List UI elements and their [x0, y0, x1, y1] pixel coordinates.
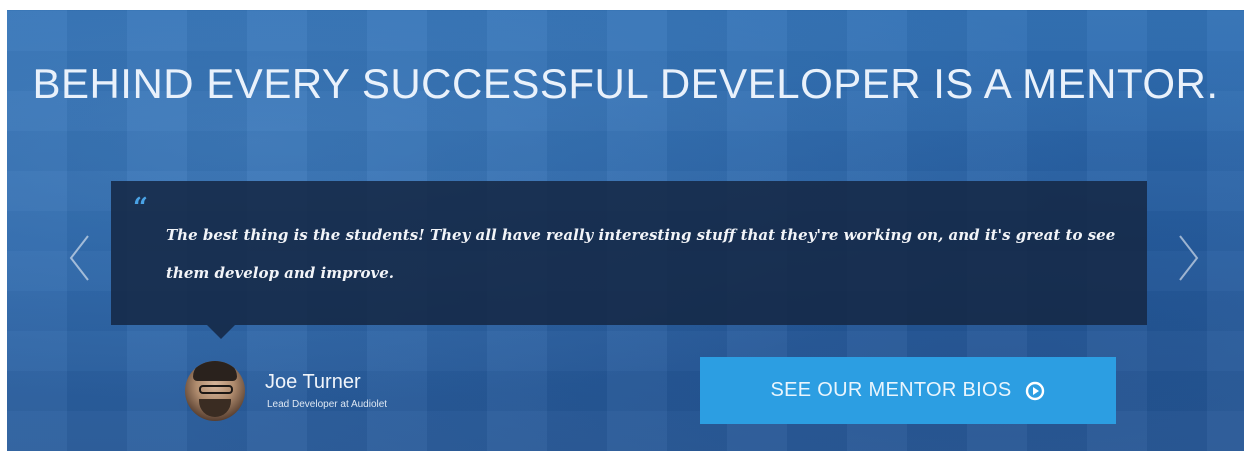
author-name: Joe Turner [265, 371, 361, 393]
cta-label: SEE OUR MENTOR BIOS [770, 379, 1012, 401]
page-title: BEHIND EVERY SUCCESSFUL DEVELOPER IS A M… [32, 60, 1219, 107]
author-title: Lead Developer at Audiolet [267, 399, 388, 410]
play-circle-icon [1026, 381, 1045, 400]
chevron-right-icon [1179, 235, 1199, 281]
testimonial-quote: “ The best thing is the students! They a… [111, 181, 1147, 339]
testimonial-author: Joe Turner Lead Developer at Audiolet [185, 355, 485, 425]
avatar [185, 361, 245, 421]
testimonial-text: The best thing is the students! They all… [166, 226, 1116, 282]
see-mentor-bios-button[interactable]: SEE OUR MENTOR BIOS [700, 357, 1116, 424]
carousel-prev-button[interactable] [59, 228, 99, 288]
quote-mark-icon: “ [133, 193, 148, 223]
carousel-next-button[interactable] [1169, 228, 1209, 288]
chevron-left-icon [69, 235, 89, 281]
mentor-hero: BEHIND EVERY SUCCESSFUL DEVELOPER IS A M… [7, 10, 1244, 451]
